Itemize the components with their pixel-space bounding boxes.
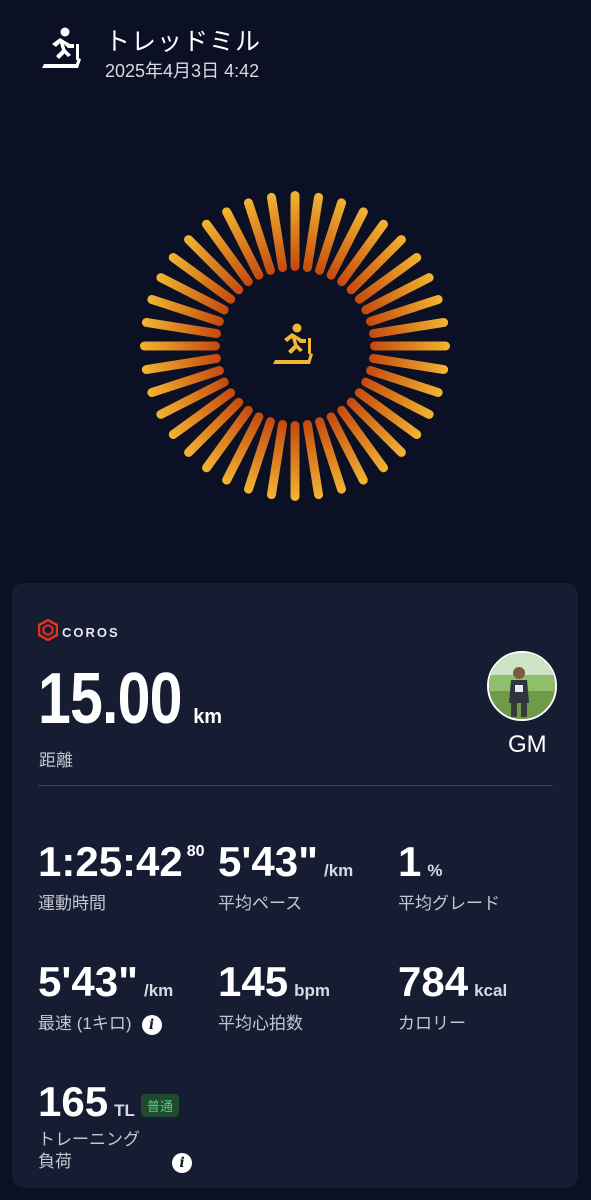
user-name: GM bbox=[508, 731, 547, 758]
calories-value: 784 bbox=[398, 958, 469, 1005]
info-icon[interactable]: i bbox=[172, 1152, 192, 1173]
training-load-unit: TL bbox=[114, 1101, 135, 1120]
activity-datetime: 2025年4月3日 4:42 bbox=[105, 61, 260, 81]
metric-training-load: 165 TL 普通 トレーニング 負荷 i bbox=[38, 1081, 192, 1173]
distance-unit: km bbox=[193, 706, 223, 728]
page-title: トレッドミル bbox=[105, 28, 262, 56]
training-load-value: 165 bbox=[38, 1078, 109, 1125]
treadmill-icon bbox=[273, 323, 313, 364]
fastest-km-label: 最速 (1キロ) bbox=[38, 1014, 132, 1033]
calories-unit: kcal bbox=[474, 981, 508, 1000]
training-load-badge: 普通 bbox=[140, 1094, 179, 1118]
training-load-label-line2: 負荷 bbox=[38, 1152, 72, 1172]
avg-pace-label: 平均ペース bbox=[218, 894, 303, 913]
divider bbox=[38, 785, 553, 786]
coros-logo-icon bbox=[37, 618, 59, 646]
metric-calories: 784 kcal カロリー bbox=[398, 961, 507, 1035]
metric-avg-heart-rate: 145 bpm 平均心拍数 bbox=[218, 961, 330, 1035]
avatar[interactable] bbox=[487, 651, 557, 721]
distance-value: 15.00 bbox=[38, 659, 182, 739]
avg-hr-unit: bpm bbox=[294, 981, 330, 1000]
activity-burst-graphic bbox=[0, 150, 591, 550]
duration-value: 1:25:42 bbox=[38, 838, 183, 885]
metric-duration: 1:25:42 80 運動時間 bbox=[38, 841, 205, 915]
duration-label: 運動時間 bbox=[38, 894, 106, 913]
avg-pace-unit: /km bbox=[323, 861, 354, 880]
avg-hr-value: 145 bbox=[218, 958, 289, 1005]
duration-centiseconds: 80 bbox=[186, 843, 205, 860]
burst-ray bbox=[290, 421, 300, 501]
calories-label: カロリー bbox=[398, 1014, 466, 1033]
training-load-label-line1: トレーニング bbox=[38, 1130, 140, 1150]
fastest-km-unit: /km bbox=[143, 981, 174, 1000]
distance-label: 距離 bbox=[39, 751, 73, 770]
info-icon[interactable]: i bbox=[141, 1014, 162, 1035]
brand-name: COROS bbox=[62, 624, 120, 640]
brand: COROS bbox=[37, 618, 120, 646]
avg-grade-value: 1 bbox=[398, 838, 422, 885]
distance-value-group: 15.00 km bbox=[38, 663, 222, 735]
burst-ray bbox=[370, 341, 450, 351]
burst-ray bbox=[140, 341, 220, 351]
avg-pace-value: 5'43" bbox=[218, 838, 318, 885]
avg-hr-label: 平均心拍数 bbox=[218, 1014, 303, 1033]
avg-grade-unit: % bbox=[427, 861, 443, 880]
metric-fastest-km: 5'43" /km 最速 (1キロ) i bbox=[38, 961, 173, 1035]
metric-avg-pace: 5'43" /km 平均ペース bbox=[218, 841, 353, 915]
avg-grade-label: 平均グレード bbox=[398, 894, 500, 913]
metric-avg-grade: 1% 平均グレード bbox=[398, 841, 500, 915]
burst-ray bbox=[290, 191, 300, 271]
header: トレッドミル 2025年4月3日 4:42 bbox=[0, 0, 591, 100]
activity-summary-card: COROS 15.00 km 距離 GM 1:25:42 80 運動時間 5'43… bbox=[12, 583, 578, 1188]
treadmill-icon bbox=[38, 26, 84, 72]
fastest-km-value: 5'43" bbox=[38, 958, 138, 1005]
